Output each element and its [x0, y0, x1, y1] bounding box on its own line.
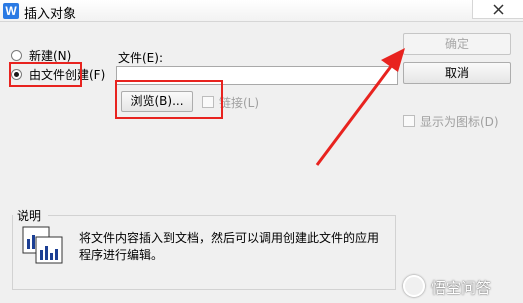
ok-button[interactable]: 确定 — [403, 33, 511, 55]
display-as-icon-label: 显示为图标(D) — [420, 115, 499, 129]
watermark-text: 悟空问答 — [431, 279, 492, 297]
description-group-divider — [48, 215, 396, 216]
description-line-2: 程序进行编辑。 — [79, 248, 164, 262]
description-group — [12, 215, 396, 290]
description-heading: 说明 — [17, 209, 42, 223]
cancel-button[interactable]: 取消 — [403, 62, 511, 84]
radio-from-file-label[interactable]: 由文件创建(F) — [29, 66, 105, 83]
radio-from-file[interactable] — [11, 69, 22, 80]
close-icon — [493, 4, 504, 15]
display-as-icon-checkbox[interactable] — [403, 115, 415, 127]
link-checkbox-label: 链接(L) — [219, 96, 260, 110]
object-icon — [22, 226, 63, 264]
browse-button[interactable]: 浏览(B)... — [121, 91, 193, 112]
watermark: 悟空问答 — [403, 274, 521, 300]
link-checkbox[interactable] — [202, 96, 214, 108]
title-bar: W 插入对象 — [0, 0, 523, 22]
radio-new-label[interactable]: 新建(N) — [29, 47, 71, 64]
wps-writer-icon: W — [3, 3, 19, 19]
dialog-title: 插入对象 — [24, 7, 77, 22]
description-line-1: 将文件内容插入到文档，然后可以调用创建此文件的应用 — [79, 231, 380, 245]
file-path-input[interactable] — [116, 66, 398, 85]
wukong-logo-icon — [403, 275, 425, 297]
radio-new[interactable] — [11, 50, 22, 61]
close-button[interactable] — [472, 0, 523, 19]
file-label: 文件(E): — [118, 51, 163, 65]
